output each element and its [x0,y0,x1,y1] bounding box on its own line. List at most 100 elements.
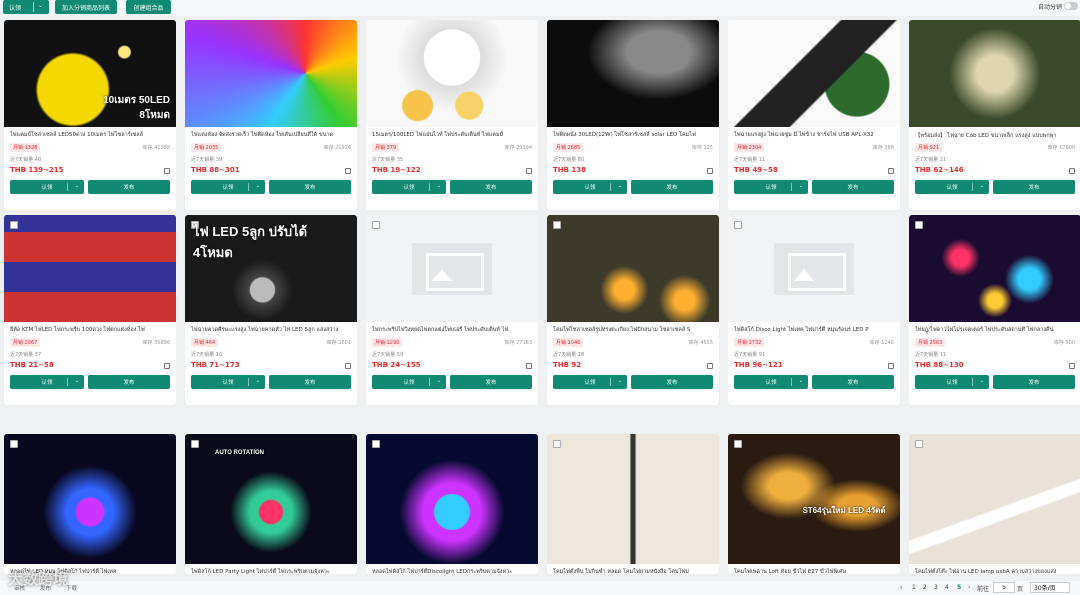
claim-button[interactable]: 认领 ⌄ [10,375,84,389]
product-title[interactable]: ไฟแคมป์โซล่าเซลล์ LED50ดวง 10เมตร ไฟโซลา… [10,131,170,139]
product-image-wall-light[interactable] [547,20,719,127]
product-card[interactable]: โคมไฟโซล่าเซลล์รูปทรงตะเกียง ไฟปักสนาม โ… [547,215,719,405]
chevron-down-icon[interactable]: ⌄ [75,183,79,189]
product-title[interactable]: 15เมตร/100LED ไฟแอ่นไวท์ ไฟประดับเต็นท์ … [372,131,532,139]
product-title[interactable]: โคมไฟตั้งโต๊ะ ไฟอ่าน LED lamp usbA ความส… [915,568,1075,574]
calendar-icon[interactable] [888,168,894,174]
claim-button[interactable]: 认领 ⌄ [10,180,84,194]
per-page-select[interactable]: 30条/页 [1030,582,1070,593]
product-card[interactable]: โคมไฟตั้งพื้น ไม่กินซ้ำ หลอด โคมไฟยามหนั… [547,434,719,574]
publish-button[interactable]: 发布 [993,375,1075,389]
select-checkbox[interactable] [10,440,18,448]
page-1[interactable]: 1 [912,584,916,591]
page-2[interactable]: 2 [923,584,927,591]
product-card[interactable]: ไฟดิสโก้ Disco Light ไฟเทค ไฟปาร์ตี้ หมุ… [728,215,900,405]
calendar-icon[interactable] [1069,363,1075,369]
calendar-icon[interactable] [526,168,532,174]
calendar-icon[interactable] [888,363,894,369]
product-card[interactable]: หลอดไฟดิสโก้ ไฟปาร์ตี้Discolight LEDกระพ… [366,434,538,574]
claim-button[interactable]: 认领 ⌄ [553,375,627,389]
product-title[interactable]: ไทยฎู/ไฟดาวไฟโปรเจคเตอร์ ไฟประดับสถานที่… [915,326,1075,334]
select-checkbox[interactable] [915,221,923,229]
publish-button[interactable]: 发布 [269,375,351,389]
goto-page-input[interactable] [993,582,1015,593]
product-card[interactable]: ไฟกระพริบไฟวิ่งหยดไฟตกแต่งไฟเธอรี่ ไฟประ… [366,215,538,405]
page-5-current[interactable]: 5 [957,584,961,591]
claim-button[interactable]: 认领 ⌄ [372,180,446,194]
auto-distribution-toggle[interactable] [1064,2,1078,10]
publish-button[interactable]: 发布 [269,180,351,194]
product-image-flashlight[interactable] [728,20,900,127]
product-image-floor-lamp[interactable] [547,434,719,564]
calendar-icon[interactable] [345,363,351,369]
select-checkbox[interactable] [915,440,923,448]
publish-button[interactable]: 发布 [631,375,713,389]
select-checkbox[interactable] [191,440,199,448]
select-checkbox[interactable] [553,440,561,448]
chevron-down-icon[interactable]: ⌄ [75,378,79,384]
claim-button[interactable]: 认领 ⌄ [191,375,265,389]
product-card[interactable]: ไฟติดผนัง 30LED(12W) ไฟโซลาร์เซลล์ solar… [547,20,719,210]
product-image-star-projector[interactable] [909,215,1080,322]
product-title[interactable]: โคมไฟตั้งพื้น ไม่กินซ้ำ หลอด โคมไฟยามหนั… [553,568,713,574]
product-title[interactable]: ไฟฉายคาดศีรษะแรงสูง ไฟฉายคาดหัว ไฟ LED 5… [191,326,351,334]
page-4[interactable]: 4 [945,584,949,591]
claim-dropdown-button[interactable]: 认领 ⌄ [3,0,49,14]
product-image-solar-lights[interactable]: 10เมตร 50LED 8โหมด [4,20,176,127]
product-image-lantern[interactable] [547,215,719,322]
select-checkbox[interactable] [553,221,561,229]
product-card[interactable]: ST64รุ่นใหม่ LED 4วัตต์ โคมไฟเพดาน Loft ห… [728,434,900,574]
select-checkbox[interactable] [734,221,742,229]
page-3[interactable]: 3 [934,584,938,591]
chevron-down-icon[interactable]: ⌄ [618,183,622,189]
chevron-down-icon[interactable]: ⌄ [256,183,260,189]
product-title[interactable]: ไฟดิสโก้ Disco Light ไฟเทค ไฟปาร์ตี้ หมุ… [734,326,894,334]
create-combo-button[interactable]: 创建组合品 [126,0,171,14]
calendar-icon[interactable] [345,168,351,174]
publish-button[interactable]: 发布 [993,180,1075,194]
chevron-down-icon[interactable]: ⌄ [437,183,441,189]
product-image-placeholder[interactable] [728,215,900,322]
product-card[interactable]: โคมไฟตั้งโต๊ะ ไฟอ่าน LED lamp usbA ความส… [909,434,1080,574]
product-card[interactable]: 15เมตร/100LED ไฟแอ่นไวท์ ไฟประดับเต็นท์ … [366,20,538,210]
select-checkbox[interactable] [734,440,742,448]
product-image-disco-ball[interactable] [366,434,538,564]
chevron-down-icon[interactable]: ⌄ [618,378,622,384]
publish-button[interactable]: 发布 [812,375,894,389]
publish-button[interactable]: 发布 [88,375,170,389]
claim-button[interactable]: 认领 ⌄ [734,375,808,389]
product-image-fairy-boxes[interactable] [4,215,176,322]
claim-button[interactable]: 认领 ⌄ [734,180,808,194]
product-card[interactable]: หลอดไฟ LED หมุน ไฟดิสโก้ ไฟปาร์ตี้ ไฟเทค [4,434,176,574]
claim-button[interactable]: 认领 ⌄ [915,180,989,194]
publish-button[interactable]: 发布 [450,180,532,194]
select-checkbox[interactable] [372,440,380,448]
product-card[interactable]: ไฟฉายแรงสูง ไฟฉายซูม มี ไฟข้าง ชาร์จไฟ U… [728,20,900,210]
calendar-icon[interactable] [707,363,713,369]
product-title[interactable]: ไฟกระพริบไฟวิ่งหยดไฟตกแต่งไฟเธอรี่ ไฟประ… [372,326,532,334]
product-card[interactable]: ไทยฎู/ไฟดาวไฟโปรเจคเตอร์ ไฟประดับสถานที่… [909,215,1080,405]
calendar-icon[interactable] [707,168,713,174]
chevron-down-icon[interactable]: ⌄ [256,378,260,384]
product-image-disco-bulb[interactable] [4,434,176,564]
product-title[interactable]: โคมไฟเพดาน Loft ห้อย ขั้วไฟ E27 ขั้วไฟพิ… [734,568,894,574]
add-to-distribution-button[interactable]: 加入分销商品列表 [55,0,117,14]
claim-button[interactable]: 认领 ⌄ [372,375,446,389]
publish-button[interactable]: 发布 [812,180,894,194]
product-card[interactable]: ไฟแต่งห้อง จัดส่งรวดเร็ว ไฟติดห้อง ไฟเส้… [185,20,357,210]
product-image-placeholder[interactable] [366,215,538,322]
claim-button[interactable]: 认领 ⌄ [191,180,265,194]
product-title[interactable]: 【พร้อมส่ง】 ไฟฉาย Cob LED ขนาดเล็ก แรงสูง… [915,131,1075,140]
product-title[interactable]: ไฟดิสโก้ LED Party Light ไฟปาร์ตี้ ไฟกระ… [191,568,351,574]
product-card[interactable]: 【พร้อมส่ง】 ไฟฉาย Cob LED ขนาดเล็ก แรงสูง… [909,20,1080,210]
product-title[interactable]: ไฟแต่งห้อง จัดส่งรวดเร็ว ไฟติดห้อง ไฟเส้… [191,131,351,139]
product-card[interactable]: ยี่ห้อ KTM ไฟLED ไฟกระพริบ 100ดวง ไฟตกแต… [4,215,176,405]
chevron-down-icon[interactable]: ⌄ [799,378,803,384]
product-image-headlamp[interactable]: ไฟ LED 5ลูก ปรับได้ 4โหมด [185,215,357,322]
publish-button[interactable]: 发布 [450,375,532,389]
select-checkbox[interactable] [10,221,18,229]
publish-button[interactable]: 发布 [631,180,713,194]
product-image-cob-light[interactable] [909,20,1080,127]
product-image-led-strip[interactable] [185,20,357,127]
chevron-down-icon[interactable]: ⌄ [980,183,984,189]
